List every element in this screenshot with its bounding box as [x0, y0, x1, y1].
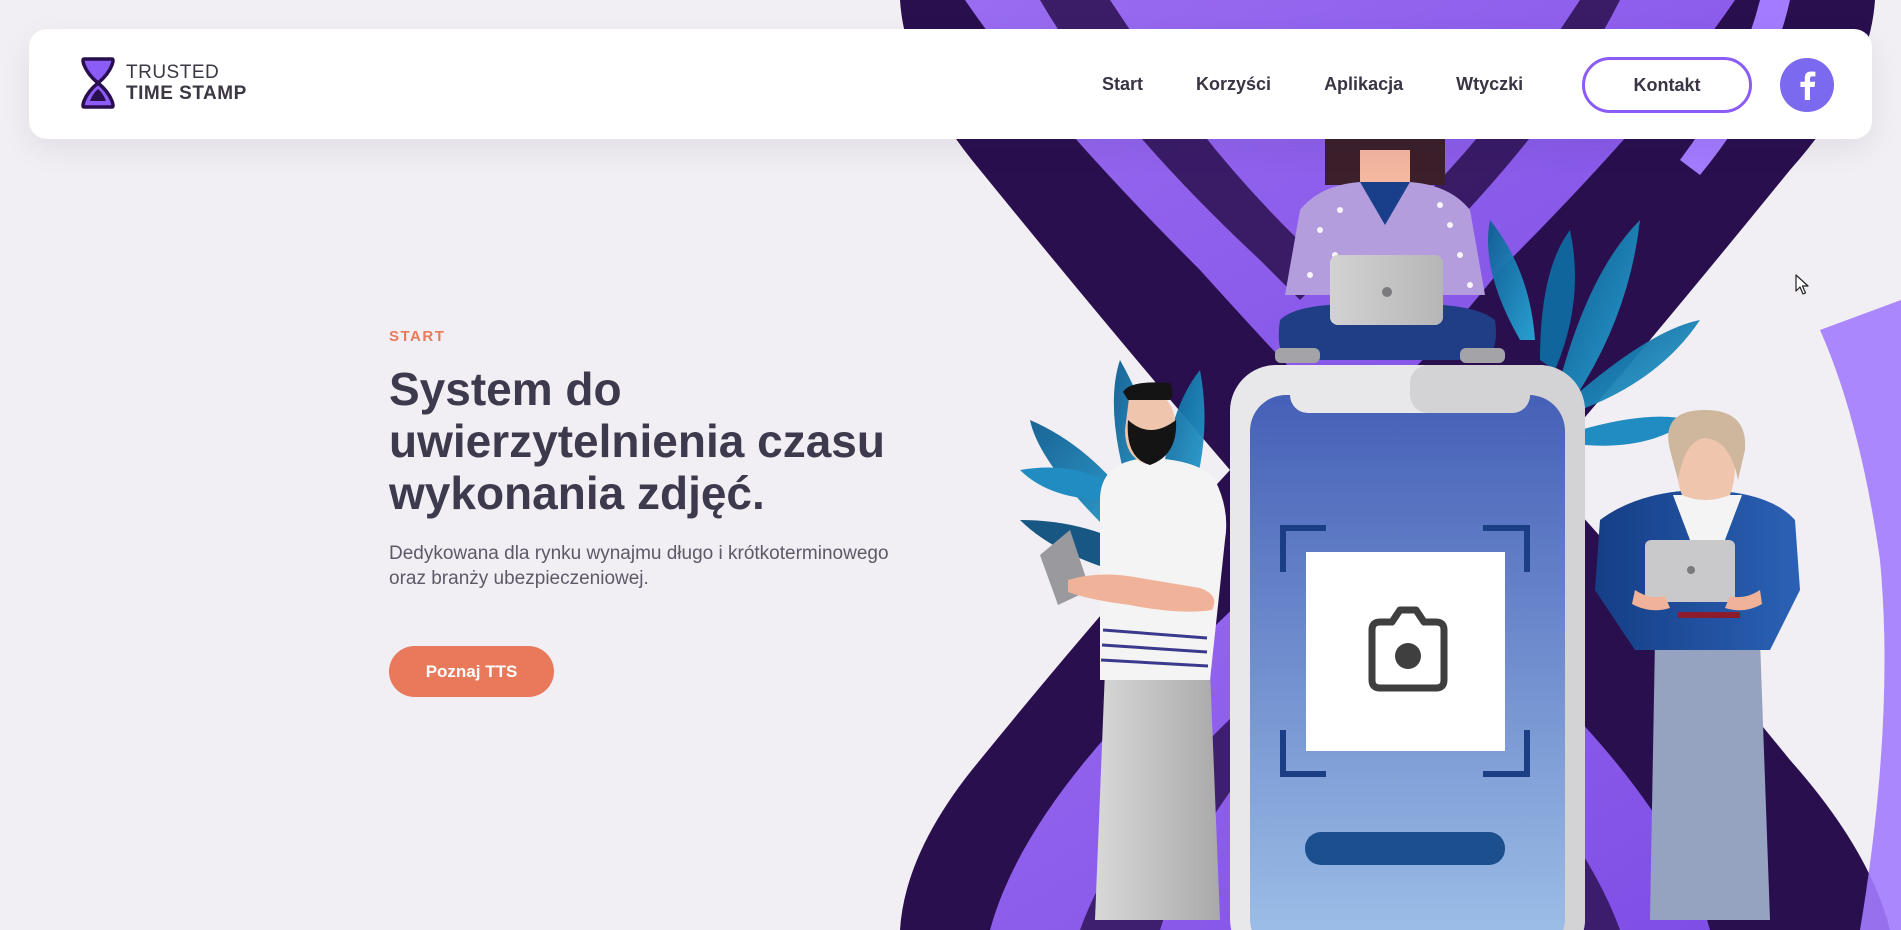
hero-headline: System do uwierzytelnienia czasu wykonan… — [389, 363, 949, 519]
poznaj-tts-button[interactable]: Poznaj TTS — [389, 646, 554, 697]
facebook-button[interactable] — [1780, 58, 1834, 112]
hourglass-icon — [81, 57, 115, 109]
hero-section: START System do uwierzytelnienia czasu w… — [389, 328, 949, 697]
headline-line: wykonania zdjęć. — [389, 467, 765, 519]
contact-button[interactable]: Kontakt — [1582, 57, 1752, 113]
facebook-icon — [1800, 71, 1816, 100]
headline-line: System do — [389, 363, 622, 415]
nav-item-wtyczki[interactable]: Wtyczki — [1456, 74, 1523, 95]
headline-line: uwierzytelnienia czasu — [389, 415, 885, 467]
main-nav: Start Korzyści Aplikacja Wtyczki — [1102, 29, 1576, 139]
hero-description: Dedykowana dla rynku wynajmu długo i kró… — [389, 541, 949, 591]
site-header: TRUSTED TIME STAMP Start Korzyści Aplika… — [29, 29, 1872, 139]
logo[interactable]: TRUSTED TIME STAMP — [78, 55, 247, 111]
description-line: oraz branży ubezpieczeniowej. — [389, 568, 649, 589]
nav-item-korzysci[interactable]: Korzyści — [1196, 74, 1271, 95]
nav-item-aplikacja[interactable]: Aplikacja — [1324, 74, 1403, 95]
section-eyebrow: START — [389, 328, 446, 345]
hero-illustration — [900, 0, 1901, 930]
nav-item-start[interactable]: Start — [1102, 74, 1143, 95]
phone — [1230, 365, 1585, 930]
logo-text-line1: TRUSTED — [126, 62, 220, 83]
logo-text-line2: TIME STAMP — [126, 83, 247, 104]
mouse-cursor-icon — [1795, 274, 1809, 295]
description-line: Dedykowana dla rynku wynajmu długo i kró… — [389, 543, 889, 564]
